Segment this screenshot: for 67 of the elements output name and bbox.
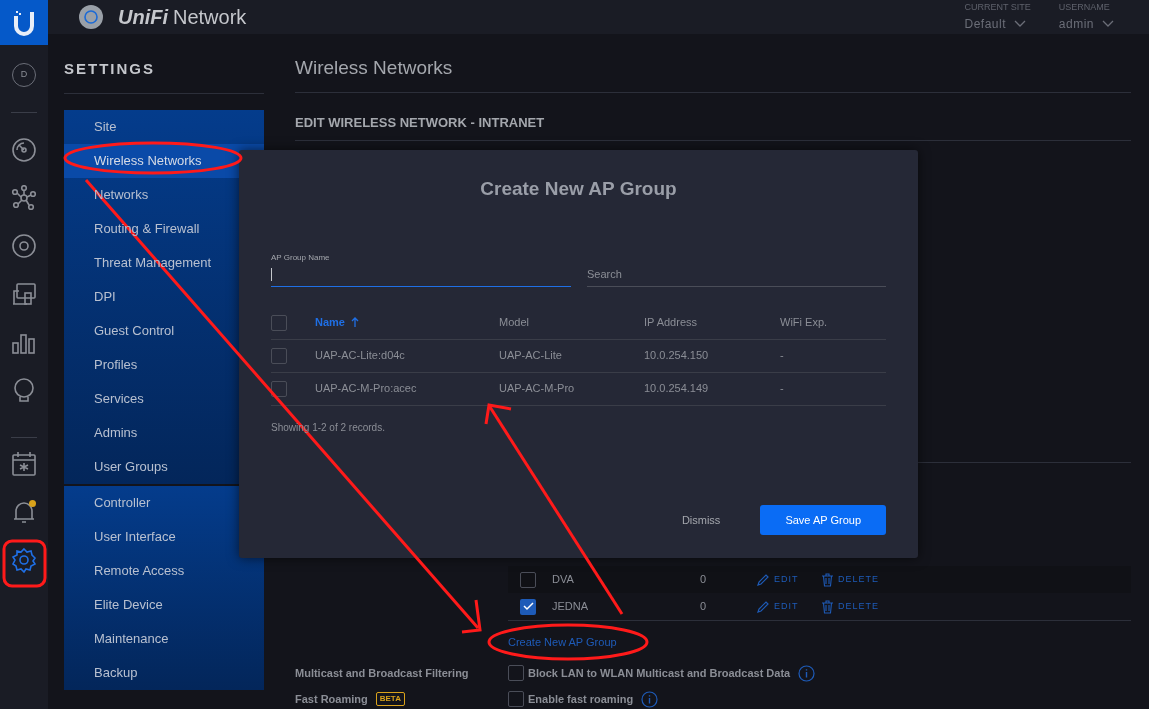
speedometer-icon — [11, 137, 37, 163]
table-cell-text: UAP-AC-Lite — [499, 348, 563, 364]
lightbulb-icon — [11, 377, 37, 403]
product-name: Network — [173, 5, 247, 30]
column-header[interactable]: Model — [499, 314, 644, 331]
trash-icon — [821, 572, 834, 587]
option-label: Fast Roaming — [295, 691, 368, 707]
devices-icon — [11, 281, 37, 307]
settings-menu-item[interactable]: Elite Device — [64, 587, 264, 622]
checkbox[interactable] — [508, 691, 524, 707]
table-cell-text: UAP-AC-Lite:d04c — [315, 348, 406, 364]
checkbox[interactable] — [271, 314, 287, 331]
device-count: 0 — [700, 599, 708, 615]
network-nodes-icon — [11, 185, 37, 211]
logo-tile[interactable] — [0, 0, 48, 45]
group-name-field[interactable]: AP Group Name — [271, 251, 571, 287]
chevron-down-icon — [1102, 19, 1114, 28]
save-button[interactable]: Save AP Group — [760, 505, 886, 535]
checkbox[interactable] — [520, 571, 536, 588]
checkbox[interactable] — [271, 347, 287, 364]
current-site-label: CURRENT SITE — [964, 1, 1031, 15]
brand-name: UniFi — [118, 5, 168, 30]
settings-menu-item[interactable]: Site — [64, 109, 264, 144]
option-label: Multicast and Broadcast Filtering — [295, 665, 469, 681]
current-site-dropdown[interactable]: Default — [964, 14, 1031, 33]
logo-icon — [12, 9, 36, 36]
pencil-icon — [756, 572, 770, 587]
chevron-down-icon — [1014, 19, 1026, 28]
checkbox-label: Block LAN to WLAN Multicast and Broadcast Data — [528, 665, 791, 681]
dismiss-button[interactable]: Dismiss — [681, 511, 721, 529]
info-icon[interactable] — [798, 664, 816, 682]
page-title: Wireless Networks — [295, 34, 1131, 93]
device-count: 0 — [700, 572, 708, 588]
group-name: JEDNA — [552, 599, 590, 615]
checkbox-label: Enable fast roaming — [528, 691, 634, 707]
pencil-icon — [756, 599, 770, 614]
table-cell-text: UAP-AC-M-Pro:acec — [315, 381, 418, 397]
target-circle-icon — [11, 233, 37, 259]
username-label: USERNAME — [1058, 1, 1111, 15]
settings-menu-item[interactable]: Maintenance — [64, 621, 264, 656]
table-cell-text: 10.0.254.150 — [644, 348, 710, 364]
table-cell-text: - — [780, 381, 785, 397]
bell-icon — [11, 499, 37, 525]
table-cell-text: 10.0.254.149 — [644, 381, 710, 397]
checkbox[interactable] — [520, 598, 536, 615]
dialog-title: Create New AP Group — [479, 177, 678, 201]
settings-menu-item[interactable]: Backup — [64, 655, 264, 690]
settings-menu-item[interactable]: Remote Access — [64, 553, 264, 588]
column-header[interactable]: WiFi Exp. — [780, 314, 886, 331]
trash-icon — [821, 599, 834, 614]
beta-badge: BETA — [375, 692, 405, 706]
checkmark-icon — [522, 602, 534, 611]
table-cell-text: UAP-AC-M-Pro — [499, 381, 576, 397]
checkbox[interactable] — [508, 665, 524, 681]
section-heading: EDIT WIRELESS NETWORK - INTRANET — [295, 92, 1131, 141]
table-cell-text: - — [780, 348, 785, 364]
checkbox[interactable] — [271, 380, 287, 397]
group-name: DVA — [552, 572, 575, 588]
sort-up-icon — [350, 317, 359, 328]
info-icon[interactable] — [641, 690, 659, 708]
annotation-frame — [2, 539, 47, 588]
column-header[interactable]: IP Address — [644, 314, 780, 331]
settings-icon — [11, 547, 37, 573]
search-field[interactable]: Search — [587, 261, 886, 287]
username-dropdown[interactable]: admin — [1058, 14, 1114, 33]
app-logo-icon — [78, 4, 104, 30]
settings-heading: SETTINGS — [64, 34, 264, 94]
